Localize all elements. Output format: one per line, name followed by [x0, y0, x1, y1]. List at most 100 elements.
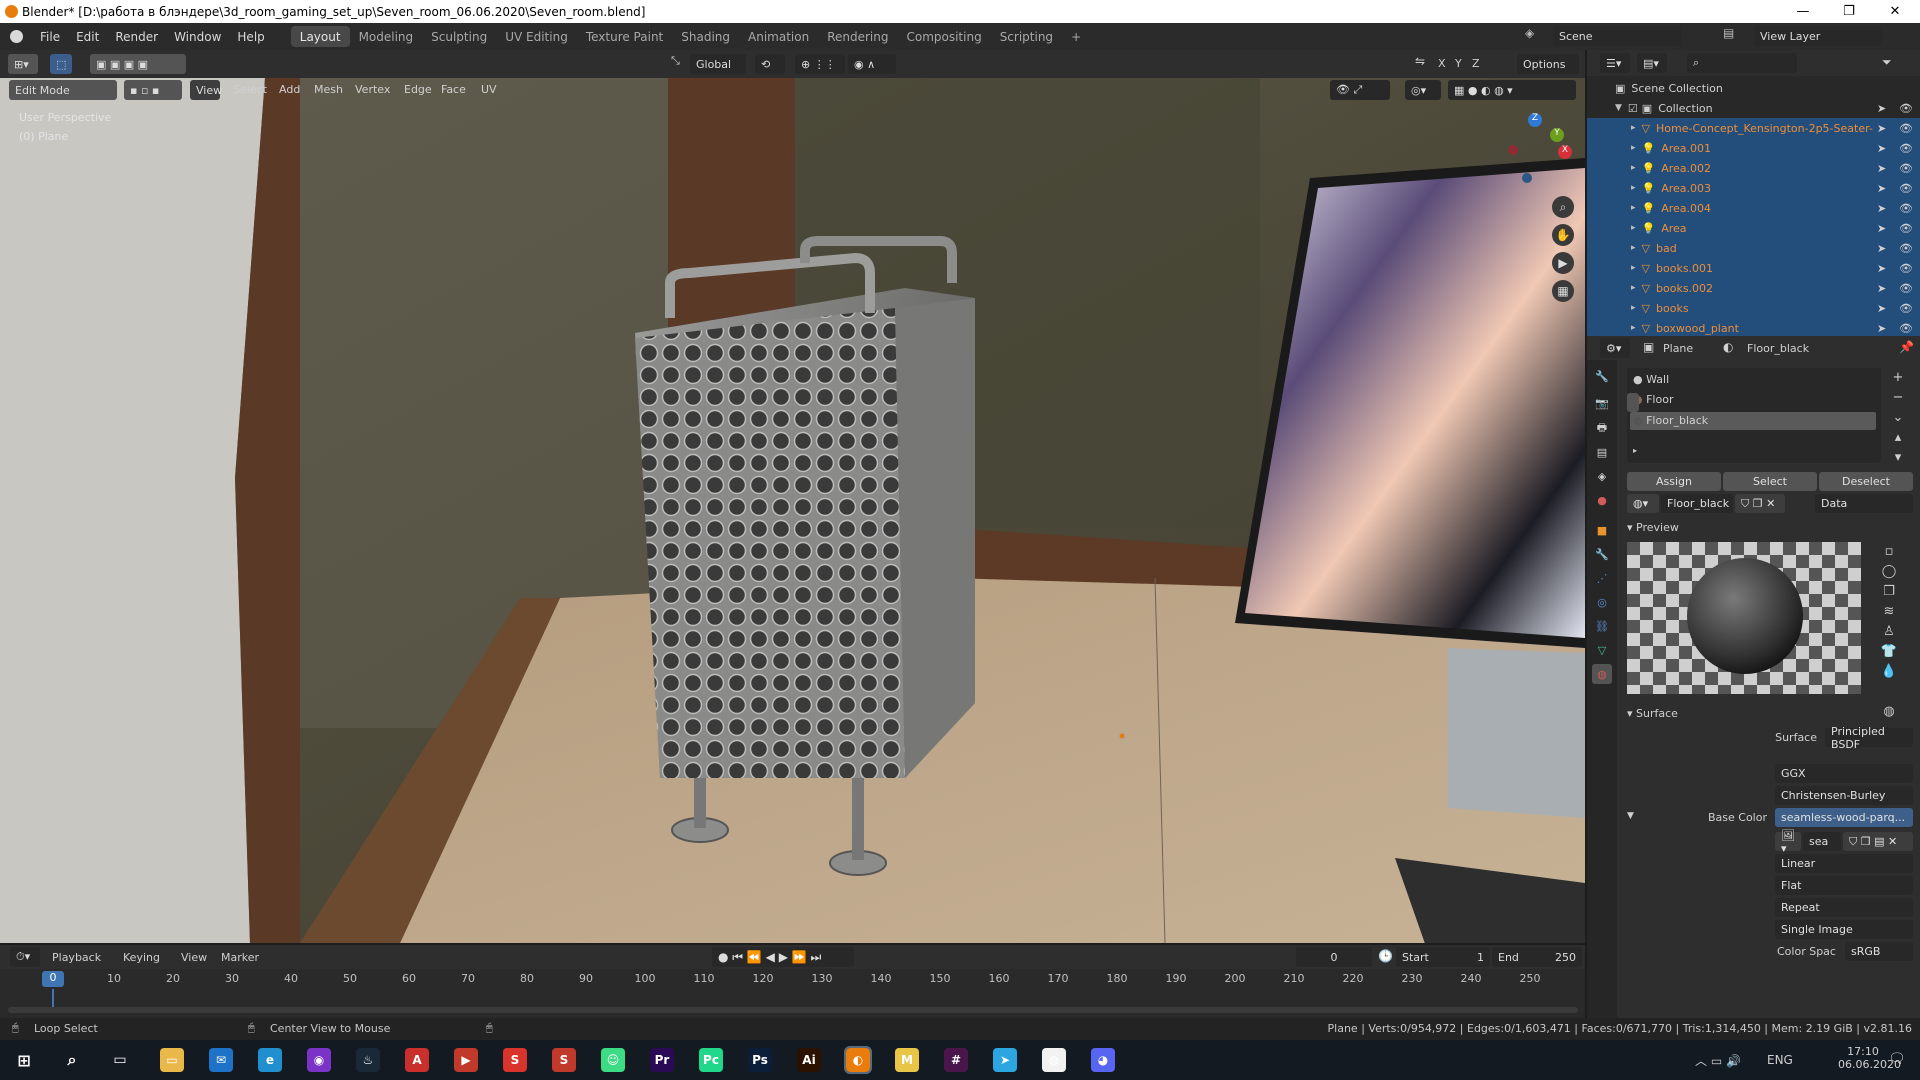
- outliner-collection[interactable]: ▼ ☑ ▣ Collection ➤ 👁: [1587, 98, 1920, 118]
- timeline-ruler[interactable]: 0 10 20 30 40 50 60 70 80 90 100 110 120 130 140 150 160…: [0, 969, 1585, 989]
- proportional-edit-icon[interactable]: ◉ ∧: [848, 54, 896, 74]
- eye-icon[interactable]: 👁: [1899, 122, 1913, 135]
- constraints-tab-icon[interactable]: ⛓: [1592, 616, 1612, 636]
- object-tab-icon[interactable]: ■: [1592, 520, 1612, 540]
- link-dropdown[interactable]: Data: [1815, 494, 1913, 513]
- menu-view[interactable]: View: [190, 80, 222, 100]
- expand-icon[interactable]: ▼: [1627, 811, 1634, 821]
- red-app-taskbar-icon[interactable]: ▶: [454, 1048, 478, 1072]
- pycharm-taskbar-icon[interactable]: Pc: [699, 1048, 723, 1072]
- particles-tab-icon[interactable]: ⋰: [1592, 568, 1612, 588]
- material-datablock-actions[interactable]: ⛉ ❐ ✕: [1735, 494, 1785, 513]
- expand-icon[interactable]: ▸: [1587, 283, 1636, 293]
- slot-floor[interactable]: ● Floor: [1633, 393, 1673, 406]
- tab-shading[interactable]: Shading: [672, 26, 739, 47]
- extension-dropdown[interactable]: Repeat: [1775, 898, 1913, 917]
- outliner-item[interactable]: ▸ ▽ boxwood_plant ➤ 👁: [1587, 318, 1920, 338]
- color-space-dropdown[interactable]: sRGB: [1845, 942, 1913, 961]
- slot-wall[interactable]: ● Wall: [1633, 373, 1669, 386]
- outliner-item[interactable]: ▸ 💡 Area.002 ➤ 👁: [1587, 158, 1920, 178]
- expand-icon[interactable]: ▸: [1587, 203, 1636, 213]
- expand-icon[interactable]: ▸: [1587, 323, 1636, 333]
- pivot-point-icon[interactable]: ⟲: [755, 54, 785, 74]
- visibility-icons[interactable]: 👁 ⤢: [1330, 80, 1390, 100]
- eye-icon[interactable]: 👁: [1899, 282, 1913, 295]
- world-tab-icon[interactable]: ●: [1592, 490, 1612, 510]
- menu-render[interactable]: Render: [107, 23, 166, 50]
- assign-button[interactable]: Assign: [1627, 472, 1721, 491]
- outliner-item[interactable]: ▸ 💡 Area.003 ➤ 👁: [1587, 178, 1920, 198]
- podcast-taskbar-icon[interactable]: ◉: [307, 1048, 331, 1072]
- eye-icon[interactable]: 👁: [1899, 142, 1913, 155]
- zoom-icon[interactable]: ⌕: [1552, 196, 1574, 218]
- blender-menu-icon[interactable]: [0, 23, 32, 50]
- premiere-taskbar-icon[interactable]: Pr: [650, 1048, 674, 1072]
- slack-taskbar-icon[interactable]: #: [944, 1048, 968, 1072]
- eye-icon[interactable]: 👁: [1899, 202, 1913, 215]
- select-arrow-icon[interactable]: ➤: [1877, 282, 1886, 295]
- expand-icon[interactable]: ▼: [1587, 103, 1622, 113]
- expand-icon[interactable]: ▸: [1587, 223, 1636, 233]
- select-arrow-icon[interactable]: ➤: [1877, 142, 1886, 155]
- menu-edge[interactable]: Edge: [404, 83, 432, 96]
- eye-icon[interactable]: 👁: [1899, 242, 1913, 255]
- pan-hand-icon[interactable]: ✋: [1552, 224, 1574, 246]
- projection-dropdown[interactable]: Flat: [1775, 876, 1913, 895]
- transform-orientation-dropdown[interactable]: Global: [690, 54, 746, 74]
- expand-icon[interactable]: ▸: [1587, 163, 1636, 173]
- photoshop-taskbar-icon[interactable]: Ps: [748, 1048, 772, 1072]
- eye-icon[interactable]: 👁: [1899, 302, 1913, 315]
- gizmo-neg-z[interactable]: [1522, 173, 1532, 183]
- mode-dropdown[interactable]: Edit Mode: [9, 80, 117, 100]
- timeline-scrollbar[interactable]: [8, 1007, 1578, 1013]
- blender-taskbar-icon[interactable]: ◐: [844, 1046, 872, 1074]
- menu-edit[interactable]: Edit: [68, 23, 107, 50]
- selection-mode-buttons[interactable]: ▪ ▫ ▪: [124, 80, 182, 100]
- menu-mesh[interactable]: Mesh: [314, 83, 343, 96]
- chrome-taskbar-icon[interactable]: ◍: [1042, 1048, 1066, 1072]
- outliner-item[interactable]: ▸ 💡 Area ➤ 👁: [1587, 218, 1920, 238]
- filter-icon[interactable]: ⏷: [1882, 55, 1892, 70]
- outliner-item[interactable]: ▸ 💡 Area.004 ➤ 👁: [1587, 198, 1920, 218]
- tray-icons[interactable]: ︿ ▭ 🔊: [1695, 1052, 1741, 1069]
- distribution-dropdown[interactable]: GGX: [1775, 764, 1913, 783]
- menu-timeline-view[interactable]: View: [181, 951, 207, 964]
- subsurface-method-dropdown[interactable]: Christensen-Burley: [1775, 786, 1913, 805]
- edge-taskbar-icon[interactable]: e: [258, 1048, 282, 1072]
- maximize-button[interactable]: ❐: [1826, 0, 1872, 23]
- display-mode-icon[interactable]: ▤▾: [1637, 53, 1667, 73]
- shading-modes[interactable]: ▦ ● ◐ ◍ ▾: [1448, 80, 1576, 100]
- explorer-taskbar-icon[interactable]: ▭: [160, 1048, 184, 1072]
- s-app-taskbar-icon[interactable]: S: [503, 1048, 527, 1072]
- physics-tab-icon[interactable]: ◎: [1592, 592, 1612, 612]
- outliner-editor-type[interactable]: ☰▾: [1600, 53, 1630, 73]
- select-arrow-icon[interactable]: ➤: [1877, 102, 1886, 115]
- image-actions[interactable]: ⛉ ❐ ▤ ✕: [1843, 832, 1913, 851]
- select-mode-buttons[interactable]: ▣ ▣ ▣ ▣: [90, 54, 186, 74]
- current-frame-field[interactable]: 0: [1296, 947, 1372, 967]
- select-arrow-icon[interactable]: ➤: [1877, 242, 1886, 255]
- image-name-field[interactable]: sea: [1803, 832, 1841, 851]
- outliner-item[interactable]: ▸ ▽ books.002 ➤ 👁: [1587, 278, 1920, 298]
- outliner-item[interactable]: ▸ 💡 Area.001 ➤ 👁: [1587, 138, 1920, 158]
- options-dropdown[interactable]: Options: [1517, 54, 1579, 74]
- expand-icon[interactable]: ▸: [1587, 183, 1636, 193]
- eye-icon[interactable]: 👁: [1899, 222, 1913, 235]
- search-icon[interactable]: ⌕: [60, 1048, 84, 1072]
- tab-rendering[interactable]: Rendering: [818, 26, 897, 47]
- surface-header[interactable]: ▾ Surface: [1627, 707, 1678, 720]
- overlay-icon[interactable]: ◎▾: [1405, 80, 1441, 100]
- select-arrow-icon[interactable]: ➤: [1877, 122, 1886, 135]
- language-indicator[interactable]: ENG: [1767, 1053, 1793, 1067]
- select-arrow-icon[interactable]: ➤: [1877, 322, 1886, 335]
- menu-marker[interactable]: Marker: [221, 951, 259, 964]
- tab-modeling[interactable]: Modeling: [350, 26, 423, 47]
- modifier-tab-icon[interactable]: 🔧: [1592, 544, 1612, 564]
- tab-sculpting[interactable]: Sculpting: [422, 26, 496, 47]
- select-arrow-icon[interactable]: ➤: [1877, 302, 1886, 315]
- menu-select[interactable]: Select: [233, 83, 267, 96]
- tab-compositing[interactable]: Compositing: [897, 26, 990, 47]
- menu-keying[interactable]: Keying: [123, 951, 160, 964]
- expand-icon[interactable]: ▸: [1587, 263, 1636, 273]
- expand-icon[interactable]: ▸: [1587, 243, 1636, 253]
